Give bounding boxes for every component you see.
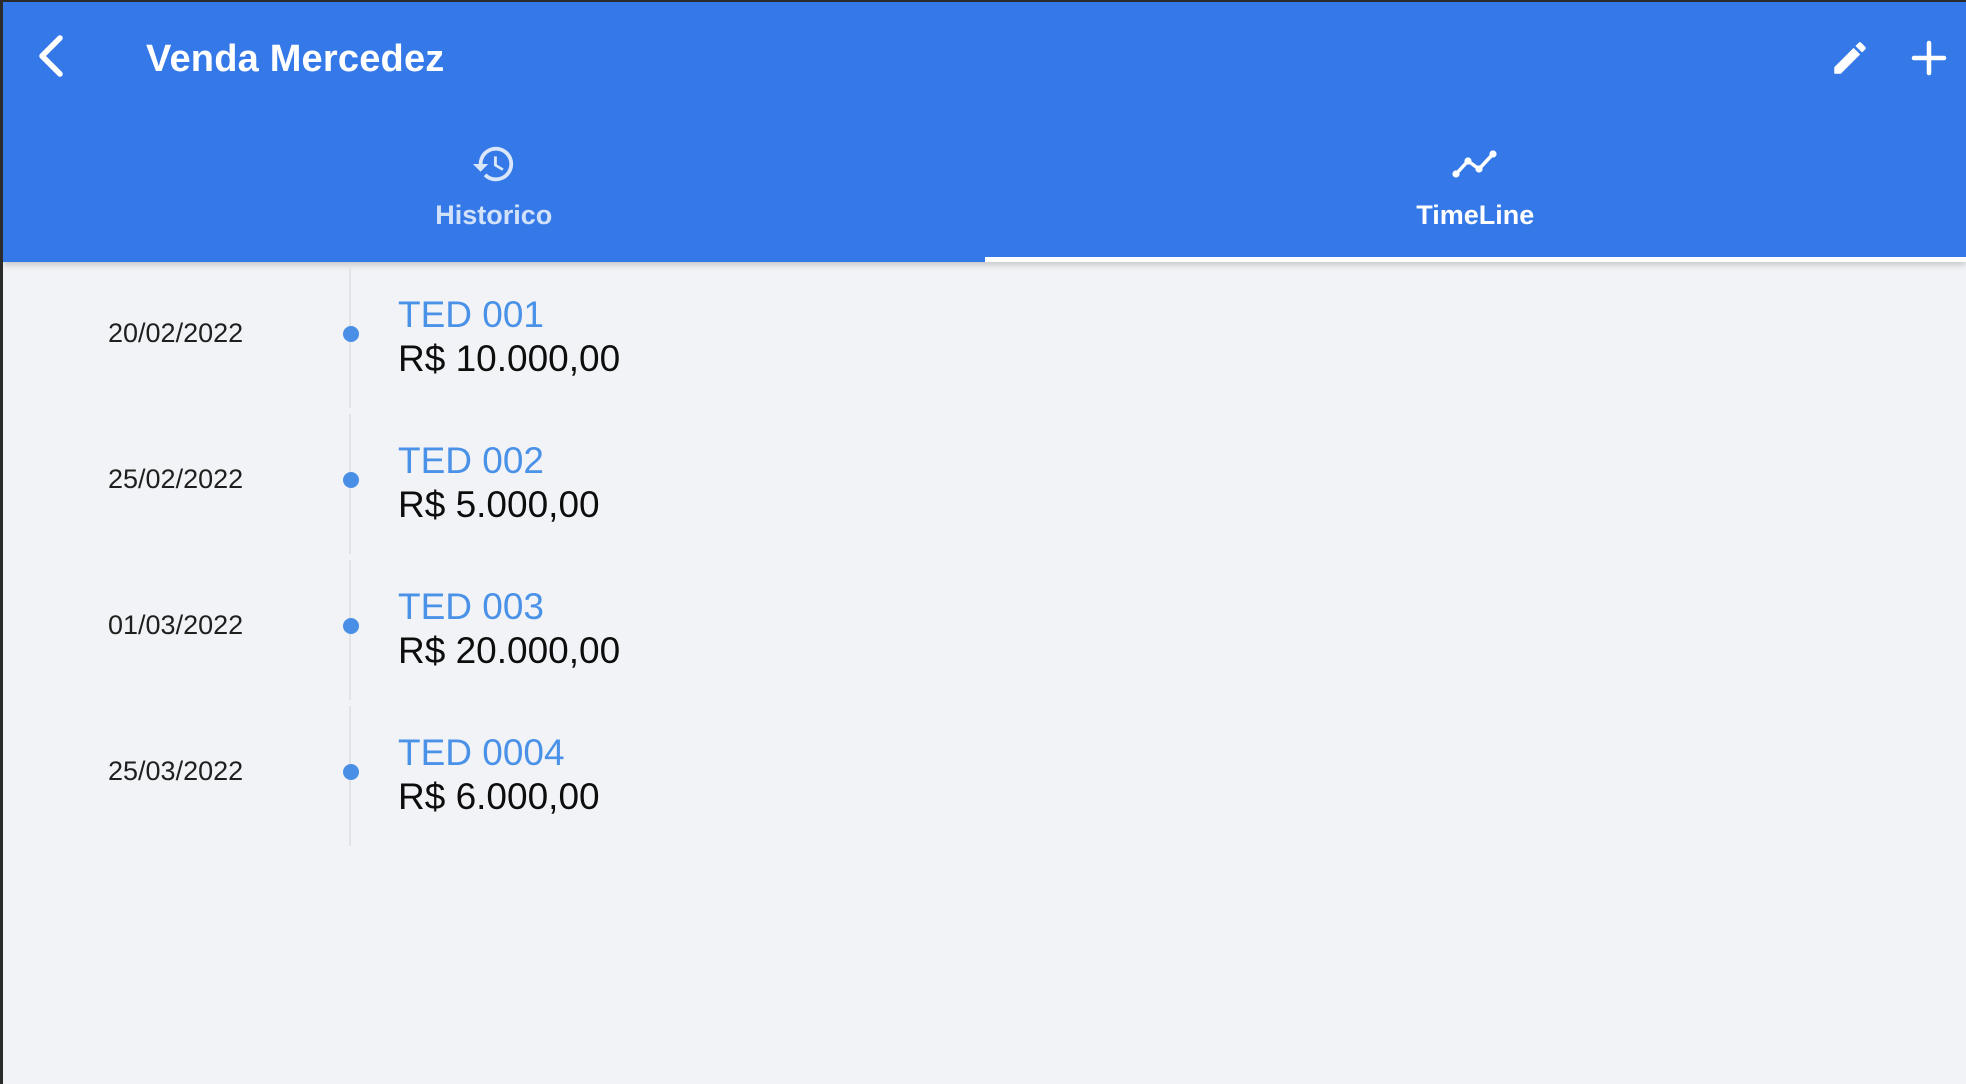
history-icon [470, 140, 518, 188]
timeline-item[interactable]: 20/02/2022 TED 001 R$ 10.000,00 [3, 262, 1966, 408]
timeline-item[interactable]: 25/02/2022 TED 002 R$ 5.000,00 [3, 408, 1966, 554]
timeline-dot-icon [343, 618, 359, 634]
timeline-value: R$ 6.000,00 [398, 776, 600, 817]
tab-historico[interactable]: Historico [3, 122, 985, 262]
timeline-value: R$ 20.000,00 [398, 630, 621, 671]
timeline-title[interactable]: TED 001 [398, 294, 544, 336]
app-window: Venda Mercedez Historico TimeLine 20/02/… [3, 2, 1966, 1084]
app-bar: Venda Mercedez Historico TimeLine [3, 2, 1966, 262]
timeline-date: 25/03/2022 [108, 756, 244, 786]
back-button[interactable] [25, 30, 77, 86]
chevron-left-icon [36, 34, 66, 83]
timeline-date: 01/03/2022 [108, 610, 244, 640]
tab-label-timeline: TimeLine [1416, 200, 1535, 230]
page-title: Venda Mercedez [146, 38, 445, 80]
tab-bar: Historico TimeLine [3, 122, 1966, 262]
timeline-item[interactable]: 01/03/2022 TED 003 R$ 20.000,00 [3, 554, 1966, 700]
pencil-icon [1829, 37, 1871, 84]
timeline-title[interactable]: TED 003 [398, 586, 544, 628]
edit-button[interactable] [1822, 32, 1878, 88]
timeline-date: 25/02/2022 [108, 464, 244, 494]
timeline-date: 20/02/2022 [108, 318, 244, 348]
timeline-title[interactable]: TED 0004 [398, 732, 565, 774]
timeline-value: R$ 10.000,00 [398, 338, 621, 379]
timeline-item[interactable]: 25/03/2022 TED 0004 R$ 6.000,00 [3, 700, 1966, 846]
timeline-icon [1451, 140, 1499, 188]
add-button[interactable] [1901, 32, 1957, 88]
timeline-dot-icon [343, 472, 359, 488]
timeline-dot-icon [343, 764, 359, 780]
tab-label-historico: Historico [435, 200, 553, 230]
timeline-list: 20/02/2022 TED 001 R$ 10.000,00 25/02/20… [3, 262, 1966, 846]
timeline-dot-icon [343, 326, 359, 342]
timeline-title[interactable]: TED 002 [398, 440, 544, 482]
plus-icon [1911, 40, 1947, 81]
timeline-value: R$ 5.000,00 [398, 484, 600, 525]
tab-timeline[interactable]: TimeLine [984, 122, 1966, 262]
